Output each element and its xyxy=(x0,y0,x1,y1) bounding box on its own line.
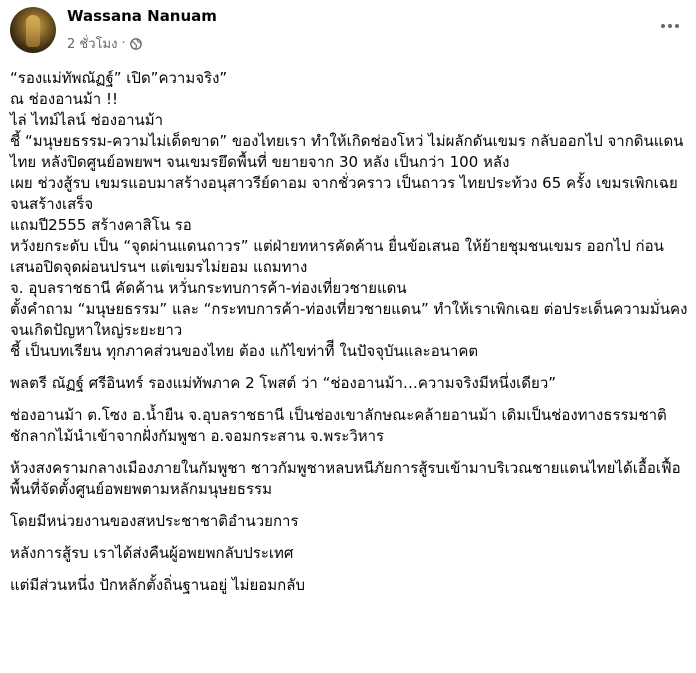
post-paragraph: โดยมีหน่วยงานของสหประชาชาติอำนวยการ xyxy=(10,512,299,530)
post-meta: 2 ชั่วโมง · xyxy=(67,33,142,54)
post-paragraph: หลังการสู้รบ เราได้ส่งคืนผู้อพยพกลับประเ… xyxy=(10,544,294,562)
post-paragraph: ห้วงสงครามกลางเมืองภายในกัมพูชา ชาวกัมพู… xyxy=(10,459,681,498)
post-paragraph: พลตรี ณัฏฐ์ ศรีอินทร์ รองแม่ทัพภาค 2 โพส… xyxy=(10,374,557,392)
post-body: “รองแม่ทัพณัฏฐ์” เปิด”ความจริง” ณ ช่องอา… xyxy=(10,68,690,607)
avatar[interactable] xyxy=(10,7,56,53)
post-header: Wassana Nanuam 2 ชั่วโมง · xyxy=(0,0,696,58)
post-paragraph: แต่มีส่วนหนึ่ง ปักหลักตั้งถิ่นฐานอยู่ ไม… xyxy=(10,576,305,594)
meta-separator: · xyxy=(121,36,126,51)
more-horizontal-icon xyxy=(661,24,665,28)
globe-icon[interactable] xyxy=(129,37,142,50)
post-time[interactable]: 2 ชั่วโมง xyxy=(67,33,117,54)
post-paragraph: “รองแม่ทัพณัฏฐ์” เปิด”ความจริง” ณ ช่องอา… xyxy=(10,69,688,360)
post-paragraph: ช่องอานม้า ต.โซง อ.น้ำยืน จ.อุบลราชธานี … xyxy=(10,406,667,445)
author-name[interactable]: Wassana Nanuam xyxy=(67,7,217,25)
more-options-button[interactable] xyxy=(658,14,682,38)
